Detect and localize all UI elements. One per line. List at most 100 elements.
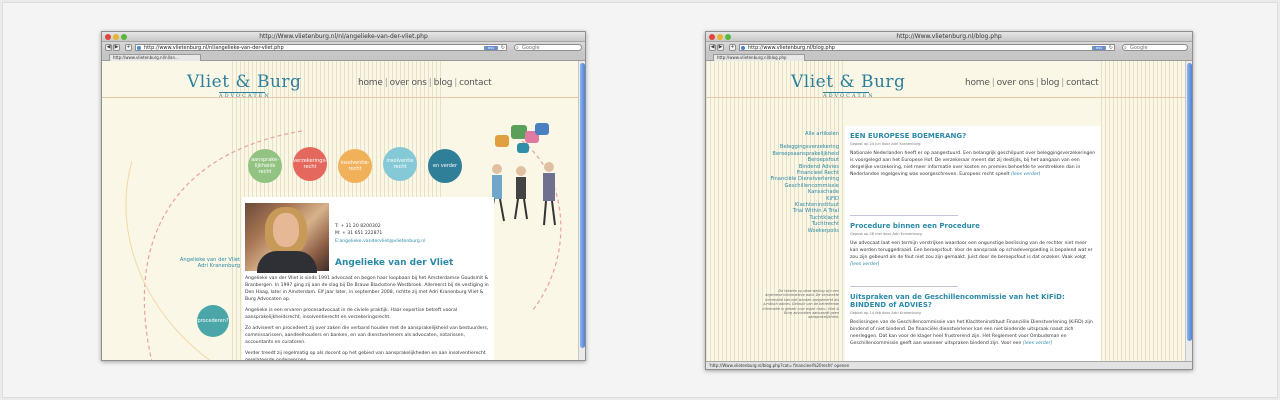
page-content: Vliet & Burg ADVOCATEN home | over ons | blo… bbox=[706, 61, 1185, 361]
bio-paragraph: Angelieke is een ervaren procesadvocaat … bbox=[245, 308, 458, 320]
reload-icon[interactable]: ↻ bbox=[501, 45, 505, 50]
vertical-scrollbar[interactable] bbox=[1185, 61, 1192, 361]
browser-window-right: http://Www.vlietenburg.nl/blog.php ◀ ▶ +… bbox=[705, 31, 1193, 370]
status-bar: 'http://Www.vlietenburg.nl/blog.php?cat=… bbox=[706, 361, 1192, 369]
page-content: Vliet & Burg ADVOCATEN home | over ons | blo… bbox=[102, 61, 578, 360]
nav-over-ons[interactable]: over ons bbox=[997, 78, 1034, 88]
post-divider bbox=[850, 286, 958, 287]
logo-text: Vliet & Burg bbox=[791, 72, 906, 92]
nav-over-ons[interactable]: over ons bbox=[390, 78, 427, 88]
bubble-insolventierecht[interactable]: insolventie-recht bbox=[338, 149, 372, 183]
reload-icon[interactable]: ↻ bbox=[1109, 45, 1113, 50]
bio-paragraph: Zo adviseert en procedeert zij over zake… bbox=[245, 326, 489, 345]
back-button[interactable]: ◀ bbox=[105, 44, 112, 51]
bubble-aansprakelijkheidsrecht[interactable]: aansprake-lijkheids recht bbox=[248, 149, 282, 183]
logo-subtitle: ADVOCATEN bbox=[823, 92, 875, 99]
header-divider bbox=[706, 97, 1185, 98]
post-meta: Gepost op 24 jun door Adri Kranenburg bbox=[850, 142, 921, 146]
mobile-text: M: + 31 651 222871 bbox=[335, 231, 383, 237]
logo-subtitle: ADVOCATEN bbox=[219, 92, 271, 99]
vertical-scrollbar[interactable] bbox=[578, 61, 585, 360]
bubble-en-verder[interactable]: en verder bbox=[428, 149, 462, 183]
post-divider bbox=[850, 215, 958, 216]
post-title[interactable]: EEN EUROPESE BOEMERANG? bbox=[850, 132, 1096, 140]
browser-toolbar: ◀ ▶ + http://www.vlietenburg.nl/nl/angel… bbox=[102, 42, 585, 53]
all-articles-link[interactable]: Alle artikelen bbox=[736, 131, 839, 137]
search-icon: ⌕ bbox=[1124, 45, 1127, 51]
browser-toolbar: ◀ ▶ + http://www.vlietenburg.nl/blog.php… bbox=[706, 42, 1192, 53]
nav-home[interactable]: home bbox=[965, 78, 990, 88]
bio-text: Angelieke van der Vliet is sinds 1991 ad… bbox=[245, 275, 489, 360]
title-bar[interactable]: http://Www.vlietenburg.nl/blog.php bbox=[706, 32, 1192, 42]
read-more-link[interactable]: [lees verder] bbox=[1023, 341, 1052, 346]
add-bookmark-button[interactable]: + bbox=[125, 44, 132, 51]
email-link[interactable]: E:angelieke.vandervliet@vlietenburg.nl bbox=[335, 238, 425, 245]
nav-contact[interactable]: contact bbox=[459, 78, 491, 88]
scroll-thumb[interactable] bbox=[1187, 63, 1192, 341]
window-title: http://Www.vlietenburg.nl/blog.php bbox=[896, 33, 1002, 40]
title-bar[interactable]: http://Www.vlietenburg.nl/nl/angelieke-v… bbox=[102, 32, 585, 42]
browser-window-left: http://Www.vlietenburg.nl/nl/angelieke-v… bbox=[101, 31, 586, 361]
bubble-insolventie-recht[interactable]: insolventie recht bbox=[383, 147, 417, 181]
forward-button[interactable]: ▶ bbox=[717, 44, 724, 51]
nav-blog[interactable]: blog bbox=[1041, 78, 1060, 88]
scroll-thumb[interactable] bbox=[580, 63, 585, 348]
blog-categories: Alle artikelen Beleggingsverzekering Ber… bbox=[736, 131, 839, 234]
tab-bar: http://www.vlietenburg.nl/blog.php bbox=[706, 53, 1192, 61]
address-text: http://www.vlietenburg.nl/blog.php bbox=[748, 45, 835, 51]
globe-icon bbox=[137, 46, 141, 50]
tab-current[interactable]: http://www.vlietenburg.nl/nl/an... bbox=[109, 54, 201, 61]
post-text: Nationale Nederlanden heeft er op aanges… bbox=[850, 151, 1096, 177]
search-input[interactable]: ⌕ Google bbox=[514, 44, 582, 51]
main-nav: home | over ons | blog | contact bbox=[358, 78, 492, 88]
bubble-verzekeringsrecht[interactable]: verzekerings-recht bbox=[293, 147, 327, 181]
site-logo[interactable]: Vliet & Burg ADVOCATEN bbox=[791, 72, 906, 100]
blog-post: Procedure binnen een Procedure Gepost op… bbox=[850, 222, 1096, 268]
post-body: Uw advocaat laat een termijn verstrijken… bbox=[850, 240, 1096, 268]
forward-button[interactable]: ▶ bbox=[113, 44, 120, 51]
nav-contact[interactable]: contact bbox=[1066, 78, 1098, 88]
header-divider bbox=[102, 97, 578, 98]
search-icon: ⌕ bbox=[516, 45, 519, 51]
post-body: Nationale Nederlanden heeft er op aanges… bbox=[850, 150, 1096, 178]
profile-panel: T: + 31 20 8200302 M: + 31 651 222871 E:… bbox=[242, 197, 494, 360]
link-adri[interactable]: Adri Kranenburg bbox=[160, 263, 240, 269]
rss-button[interactable]: RSS bbox=[484, 46, 498, 50]
person-links: Angelieke van der Vliet Adri Kranenburg bbox=[160, 257, 240, 270]
address-bar[interactable]: http://www.vlietenburg.nl/blog.php RSS ↻ bbox=[739, 44, 1115, 51]
post-meta: Gepost op 14 feb door Adri Kranenburg bbox=[850, 311, 921, 315]
back-button[interactable]: ◀ bbox=[709, 44, 716, 51]
disclaimer-note: De teksten op deze weblog zijn een algem… bbox=[762, 289, 839, 320]
rss-button[interactable]: RSS bbox=[1092, 46, 1106, 50]
decorative-stripes bbox=[1101, 61, 1185, 361]
tab-current[interactable]: http://www.vlietenburg.nl/blog.php bbox=[713, 54, 805, 61]
phone-text: T: + 31 20 8200302 bbox=[335, 224, 381, 229]
post-text: Uw advocaat laat een termijn verstrijken… bbox=[850, 241, 1093, 260]
address-bar[interactable]: http://www.vlietenburg.nl/nl/angelieke-v… bbox=[135, 44, 507, 51]
post-title[interactable]: Uitspraken van de Geschillencommissie va… bbox=[850, 293, 1096, 309]
globe-icon bbox=[741, 46, 745, 50]
window-title: http://Www.vlietenburg.nl/nl/angelieke-v… bbox=[259, 33, 428, 40]
page-title: Angelieke van der Vliet bbox=[335, 258, 454, 268]
category-link[interactable]: Woekerpolis bbox=[736, 228, 839, 234]
bio-paragraph: Verder treedt zij regelmatig op als doce… bbox=[245, 351, 486, 360]
main-nav: home | over ons | blog | contact bbox=[965, 78, 1099, 88]
search-placeholder: Google bbox=[1130, 45, 1148, 51]
blog-post: EEN EUROPESE BOEMERANG? Gepost op 24 jun… bbox=[850, 132, 1096, 178]
search-placeholder: Google bbox=[522, 45, 540, 51]
search-input[interactable]: ⌕ Google bbox=[1122, 44, 1188, 51]
read-more-link[interactable]: [lees verder] bbox=[1011, 172, 1040, 177]
add-bookmark-button[interactable]: + bbox=[729, 44, 736, 51]
blog-post: Uitspraken van de Geschillencommissie va… bbox=[850, 293, 1096, 347]
read-more-link[interactable]: [lees verder] bbox=[850, 262, 879, 267]
nav-home[interactable]: home bbox=[358, 78, 383, 88]
logo-text: Vliet & Burg bbox=[187, 72, 302, 92]
profile-photo bbox=[245, 203, 329, 273]
post-title[interactable]: Procedure binnen een Procedure bbox=[850, 222, 1096, 230]
contact-details: T: + 31 20 8200302 M: + 31 651 222871 E:… bbox=[335, 223, 425, 245]
post-body: Beslissingen van de Geschillencommissie … bbox=[850, 319, 1096, 347]
nav-blog[interactable]: blog bbox=[434, 78, 453, 88]
bio-paragraph: Angelieke van der Vliet is sinds 1991 ad… bbox=[245, 276, 489, 302]
bubble-procederen[interactable]: procederen? bbox=[197, 305, 229, 337]
site-logo[interactable]: Vliet & Burg ADVOCATEN bbox=[187, 72, 302, 100]
